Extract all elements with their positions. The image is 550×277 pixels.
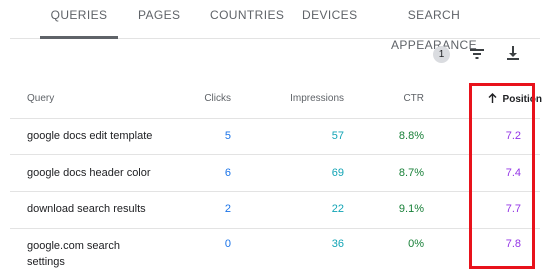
- column-header-ctr[interactable]: CTR: [370, 93, 424, 104]
- filter-button[interactable]: [468, 46, 486, 62]
- ctr-cell: 8.7%: [398, 167, 424, 179]
- download-button[interactable]: [505, 44, 521, 62]
- table-header-row: Query Clicks Impressions CTR Position: [10, 80, 542, 119]
- table-row[interactable]: google docs edit template 5 57 8.8% 7.2: [10, 118, 540, 155]
- tab-pages[interactable]: PAGES: [138, 0, 180, 38]
- column-header-impressions[interactable]: Impressions: [280, 93, 344, 104]
- column-header-clicks[interactable]: Clicks: [180, 93, 231, 104]
- ctr-cell: 8.8%: [398, 130, 424, 142]
- impressions-cell: 57: [331, 130, 344, 142]
- table-row[interactable]: google.com search settings 0 36 0% 7.8: [10, 229, 540, 277]
- clicks-cell: 2: [224, 203, 231, 215]
- column-header-query[interactable]: Query: [27, 93, 187, 104]
- report-tabs: QUERIES PAGES COUNTRIES DEVICES SEARCH A…: [10, 0, 540, 52]
- tab-devices[interactable]: DEVICES: [302, 0, 357, 38]
- position-column-highlight-box: [469, 83, 535, 269]
- impressions-cell: 69: [331, 167, 344, 179]
- ctr-cell: 0%: [408, 238, 424, 250]
- table-row[interactable]: google docs header color 6 69 8.7% 7.4: [10, 155, 540, 192]
- query-cell: download search results: [27, 203, 146, 215]
- ctr-cell: 9.1%: [398, 203, 424, 215]
- active-filter-count-badge: 1: [433, 46, 450, 63]
- tab-search-appearance[interactable]: SEARCH APPEARANCE: [378, 0, 490, 52]
- table-row[interactable]: download search results 2 22 9.1% 7.7: [10, 192, 540, 229]
- impressions-cell: 22: [331, 203, 344, 215]
- filter-icon: [470, 49, 484, 59]
- query-cell: google.com search settings: [27, 240, 120, 268]
- clicks-cell: 0: [224, 238, 231, 250]
- clicks-cell: 6: [224, 167, 231, 179]
- download-icon: [507, 46, 519, 60]
- tab-queries[interactable]: QUERIES: [40, 0, 118, 39]
- impressions-cell: 36: [331, 238, 344, 250]
- clicks-cell: 5: [224, 130, 231, 142]
- tab-countries[interactable]: COUNTRIES: [210, 0, 284, 38]
- query-cell: google docs edit template: [27, 130, 153, 142]
- query-cell: google docs header color: [27, 167, 151, 179]
